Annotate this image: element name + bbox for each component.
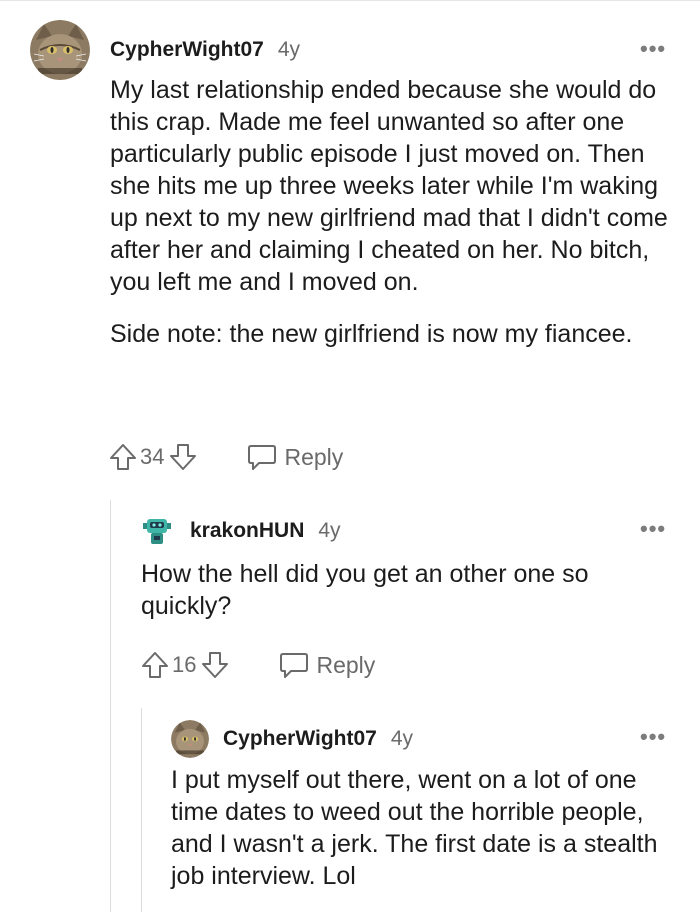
comment-2-actions: 16 Reply bbox=[140, 650, 375, 680]
username[interactable]: krakonHUN bbox=[190, 519, 304, 543]
comment-1-header: CypherWight07 4y bbox=[30, 20, 300, 80]
reply-button[interactable]: Reply bbox=[278, 650, 375, 680]
vote-score: 34 bbox=[140, 444, 165, 469]
comment-3: CypherWight07 4y ••• I put myself out th… bbox=[0, 708, 700, 912]
upvote-icon[interactable] bbox=[108, 442, 138, 472]
more-options-icon[interactable]: ••• bbox=[640, 726, 666, 748]
comment-2-body: How the hell did you get an other one so… bbox=[141, 558, 681, 622]
timestamp[interactable]: 4y bbox=[318, 519, 340, 543]
robot-avatar[interactable] bbox=[140, 514, 174, 548]
comment-3-header: CypherWight07 4y bbox=[171, 720, 413, 758]
reply-label: Reply bbox=[284, 443, 344, 470]
username[interactable]: CypherWight07 bbox=[110, 38, 264, 62]
comment-1-body: My last relationship ended because she w… bbox=[110, 74, 680, 350]
reply-label: Reply bbox=[316, 651, 376, 678]
comment-1-actions: 34 Reply bbox=[108, 442, 343, 472]
comment-1: CypherWight07 4y ••• My last relationshi… bbox=[0, 0, 700, 490]
comment-paragraph: How the hell did you get an other one so… bbox=[141, 560, 589, 620]
cat-avatar[interactable] bbox=[30, 20, 90, 80]
comment-paragraph: Side note: the new girlfriend is now my … bbox=[110, 320, 633, 348]
comment-2-header: krakonHUN 4y bbox=[140, 514, 341, 548]
downvote-icon[interactable] bbox=[200, 650, 230, 680]
timestamp[interactable]: 4y bbox=[391, 727, 413, 751]
more-options-icon[interactable]: ••• bbox=[640, 38, 666, 60]
timestamp[interactable]: 4y bbox=[278, 38, 300, 62]
comment-3-body: I put myself out there, went on a lot of… bbox=[171, 764, 681, 892]
cat-avatar[interactable] bbox=[171, 720, 209, 758]
more-options-icon[interactable]: ••• bbox=[640, 518, 666, 540]
reply-icon bbox=[248, 445, 277, 470]
upvote-icon[interactable] bbox=[140, 650, 170, 680]
comment-paragraph: I put myself out there, went on a lot of… bbox=[171, 766, 658, 890]
comment-2: krakonHUN 4y ••• How the hell did you ge… bbox=[0, 500, 700, 700]
vote-score: 16 bbox=[172, 652, 197, 677]
comment-paragraph: My last relationship ended because she w… bbox=[110, 76, 668, 296]
downvote-icon[interactable] bbox=[168, 442, 198, 472]
reply-icon bbox=[280, 653, 309, 678]
username[interactable]: CypherWight07 bbox=[223, 727, 377, 751]
reply-button[interactable]: Reply bbox=[246, 442, 343, 472]
